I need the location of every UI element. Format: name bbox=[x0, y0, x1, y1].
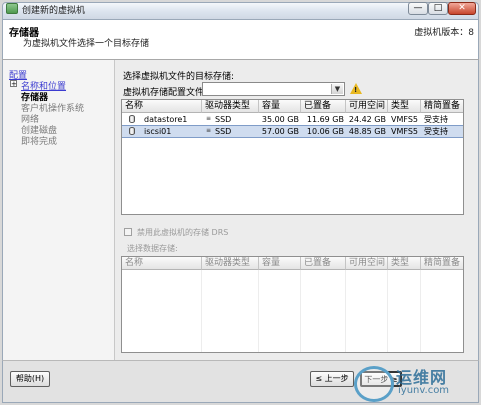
column-header-free-space: 可用空间 bbox=[346, 257, 388, 270]
datastore-type: VMFS5 bbox=[391, 115, 419, 124]
datastore-table[interactable]: 名称 驱动器类型 容量 已置备 可用空间 类型 精简置备 datastore1 … bbox=[121, 99, 464, 215]
watermark-logo-icon bbox=[354, 366, 394, 402]
column-divider bbox=[420, 270, 421, 352]
column-header-capacity[interactable]: 容量 bbox=[259, 100, 301, 113]
column-header-type[interactable]: 类型 bbox=[388, 100, 421, 113]
vm-version-label: 虚拟机版本：8 bbox=[414, 28, 474, 38]
wizard-steps-nav: 配置 名称和位置 存储器 客户机操作系统 网络 创建磁盘 即将完成 bbox=[2, 60, 114, 360]
column-header-provisioned[interactable]: 已置备 bbox=[301, 100, 346, 113]
datastore-cluster-table: 名称 驱动器类型 容量 已置备 可用空间 类型 精简置备 bbox=[121, 256, 464, 353]
column-header-free-space[interactable]: 可用空间 bbox=[346, 100, 388, 113]
wizard-header: 存储器 为虚拟机文件选择一个目标存储 虚拟机版本：8 bbox=[2, 20, 479, 60]
column-header-thin-provisioning: 精简置备 bbox=[421, 257, 463, 270]
disable-storage-drs-label: 禁用此虚拟机的存储 DRS bbox=[137, 228, 229, 237]
column-divider bbox=[258, 270, 259, 352]
column-divider bbox=[201, 270, 202, 352]
datastore-thin: 受支持 bbox=[424, 127, 448, 136]
vm-app-icon bbox=[6, 3, 18, 14]
help-button[interactable]: 帮助(H) bbox=[10, 371, 50, 387]
column-divider bbox=[345, 270, 346, 352]
datastore-free-space: 24.42 GB bbox=[348, 115, 386, 124]
table-row-selected[interactable]: iscsi01 ≡ SSD 57.00 GB 10.06 GB 48.85 GB… bbox=[122, 125, 463, 138]
column-header-name: 名称 bbox=[122, 257, 202, 270]
datastore-type: VMFS5 bbox=[391, 127, 419, 136]
column-header-provisioned: 已置备 bbox=[301, 257, 346, 270]
datastore-thin: 受支持 bbox=[424, 115, 448, 124]
ssd-icon: ≡ bbox=[206, 115, 212, 122]
column-header-type: 类型 bbox=[388, 257, 421, 270]
datastore-drive-type: SSD bbox=[215, 115, 232, 124]
datastore-provisioned: 10.06 GB bbox=[306, 127, 344, 136]
column-header-drive-type: 驱动器类型 bbox=[202, 257, 259, 270]
datastore-free-space: 48.85 GB bbox=[348, 127, 386, 136]
datastore-provisioned: 11.69 GB bbox=[306, 115, 344, 124]
column-divider bbox=[387, 270, 388, 352]
disable-storage-drs-checkbox[interactable] bbox=[124, 228, 132, 236]
window-title: 创建新的虚拟机 bbox=[22, 6, 86, 16]
close-button[interactable]: ✕ bbox=[448, 2, 476, 15]
table-row[interactable]: datastore1 ≡ SSD 35.00 GB 11.69 GB 24.42… bbox=[122, 114, 463, 125]
step-ready-to-complete: 即将完成 bbox=[21, 137, 58, 147]
expand-icon[interactable]: + bbox=[10, 80, 17, 88]
page-subtitle: 为虚拟机文件选择一个目标存储 bbox=[23, 39, 150, 49]
datastore-capacity: 57.00 GB bbox=[261, 127, 299, 136]
datastore-icon bbox=[129, 127, 135, 135]
column-header-thin-provisioning[interactable]: 精简置备 bbox=[421, 100, 463, 113]
minimize-button[interactable]: — bbox=[408, 2, 428, 15]
datastore-name: iscsi01 bbox=[144, 127, 172, 136]
datastore-name: datastore1 bbox=[144, 115, 188, 124]
column-header-drive-type[interactable]: 驱动器类型 bbox=[202, 100, 259, 113]
column-header-name[interactable]: 名称 bbox=[122, 100, 202, 113]
chevron-down-icon[interactable]: ▼ bbox=[331, 84, 343, 94]
maximize-button[interactable]: □ bbox=[428, 2, 448, 15]
select-storage-label: 选择虚拟机文件的目标存储: bbox=[123, 72, 235, 82]
datastore-drive-type: SSD bbox=[215, 127, 232, 136]
datastore-capacity: 35.00 GB bbox=[261, 115, 299, 124]
select-datastore-label: 选择数据存储: bbox=[127, 244, 178, 253]
datastore-icon bbox=[129, 115, 135, 123]
column-header-capacity: 容量 bbox=[259, 257, 301, 270]
storage-profile-label: 虚拟机存储配置文件: bbox=[123, 88, 208, 98]
ssd-icon: ≡ bbox=[206, 127, 212, 134]
warning-icon-mark: ! bbox=[354, 86, 358, 94]
watermark-domain: iyunv.com bbox=[398, 385, 450, 396]
column-divider bbox=[300, 270, 301, 352]
back-button[interactable]: ≤ 上一步 bbox=[310, 371, 354, 387]
storage-profile-select[interactable]: ▼ bbox=[202, 82, 345, 96]
